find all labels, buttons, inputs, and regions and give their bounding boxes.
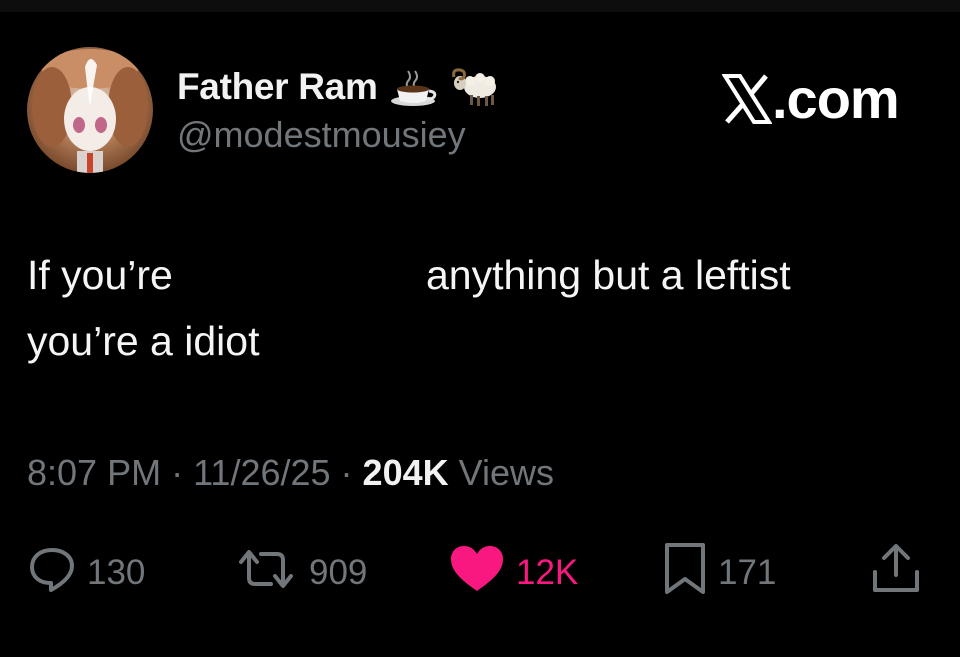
ram-icon	[450, 67, 502, 107]
tweet-meta: 8:07 PM · 11/26/25 · 204K Views	[27, 452, 554, 494]
top-strip	[0, 0, 960, 12]
tweet-text-line2: you’re a idiot	[27, 318, 260, 364]
like-button[interactable]: 12K	[448, 545, 578, 601]
brand-label: .com	[772, 67, 900, 130]
reply-count: 130	[87, 553, 146, 592]
tweet-time[interactable]: 8:07 PM	[27, 452, 161, 493]
display-name[interactable]: Father Ram	[177, 66, 378, 108]
tweet-text-line1-start: If you’re	[27, 252, 173, 298]
brand-watermark: .com	[721, 66, 900, 131]
bookmark-button[interactable]: 171	[662, 542, 777, 601]
meta-separator: ·	[161, 452, 194, 493]
tweet-text-line1-end: anything but a leftist	[426, 252, 791, 298]
meta-separator: ·	[330, 452, 363, 493]
views-count: 204K	[362, 452, 449, 493]
tweet-date[interactable]: 11/26/25	[193, 452, 330, 493]
x-logo-icon	[721, 73, 773, 125]
bookmark-icon	[662, 542, 708, 605]
repost-button[interactable]: 909	[233, 545, 367, 601]
display-name-row: Father Ram	[177, 62, 502, 112]
reply-icon	[27, 544, 77, 603]
reply-button[interactable]: 130	[27, 545, 145, 601]
share-icon	[870, 542, 922, 605]
repost-count: 909	[309, 553, 368, 592]
avatar[interactable]	[27, 47, 153, 173]
views-label: Views	[458, 452, 555, 493]
heart-icon	[448, 544, 506, 603]
like-count: 12K	[516, 553, 579, 592]
bookmark-count: 171	[718, 553, 777, 592]
share-button[interactable]	[870, 543, 922, 601]
handle[interactable]: @modestmousiey	[177, 114, 466, 156]
coffee-cup-icon	[388, 67, 440, 107]
repost-icon	[233, 544, 299, 603]
